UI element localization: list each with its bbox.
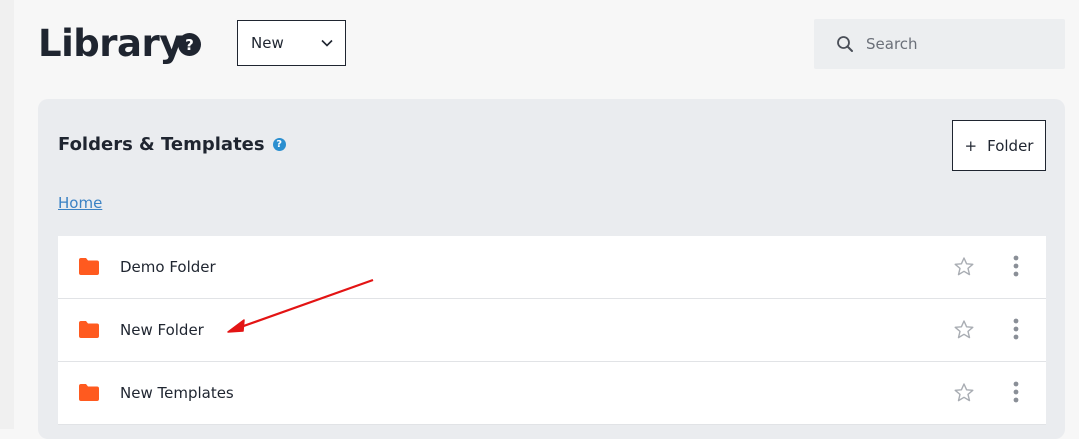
breadcrumb-home[interactable]: Home <box>58 194 102 212</box>
list-item[interactable]: New Templates <box>58 362 1046 425</box>
folder-list: Demo Folder New Folder New Templates <box>58 236 1046 425</box>
more-options-icon[interactable] <box>1013 318 1019 340</box>
star-icon[interactable] <box>954 320 974 339</box>
plus-icon: + <box>964 136 978 155</box>
folder-icon <box>79 384 99 401</box>
chevron-down-icon <box>321 39 333 47</box>
search-icon <box>837 36 853 52</box>
list-item[interactable]: Demo Folder <box>58 236 1046 299</box>
info-icon[interactable]: ? <box>272 138 286 151</box>
search-placeholder: Search <box>866 35 918 53</box>
star-icon[interactable] <box>954 257 974 276</box>
folder-icon <box>79 321 99 338</box>
search-input[interactable]: Search <box>814 19 1065 69</box>
more-options-icon[interactable] <box>1013 381 1019 403</box>
folder-icon <box>79 258 99 275</box>
list-item-label: Demo Folder <box>120 258 216 276</box>
list-item-label: New Templates <box>120 384 234 402</box>
list-item[interactable]: New Folder <box>58 299 1046 362</box>
panel-title: Folders & Templates ? <box>58 134 286 155</box>
add-folder-button[interactable]: + Folder <box>952 120 1046 171</box>
left-sidebar-edge <box>0 0 14 429</box>
more-options-icon[interactable] <box>1013 255 1019 277</box>
new-dropdown[interactable]: New <box>237 20 346 66</box>
list-item-label: New Folder <box>120 321 204 339</box>
help-icon[interactable]: ? <box>178 33 201 56</box>
folders-templates-panel: Folders & Templates ? + Folder Home Demo… <box>38 99 1065 439</box>
new-dropdown-label: New <box>251 34 284 52</box>
panel-title-text: Folders & Templates <box>58 134 265 155</box>
page-title: Library <box>38 22 183 65</box>
star-icon[interactable] <box>954 383 974 402</box>
add-folder-label: Folder <box>987 136 1034 155</box>
